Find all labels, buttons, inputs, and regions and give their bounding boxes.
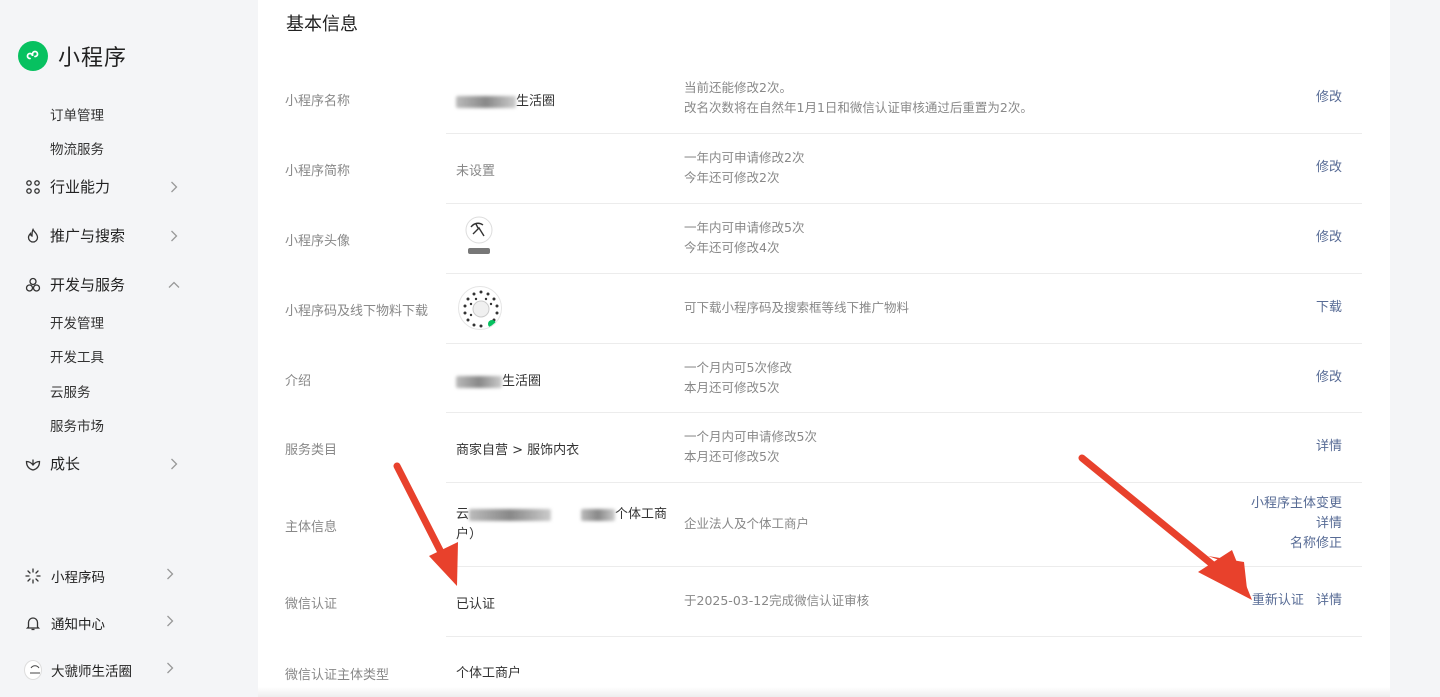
qrcode-icon: [24, 567, 42, 585]
entity-actions: 小程序主体变更 详情 名称修正: [1251, 494, 1342, 554]
redacted-text: [581, 508, 616, 521]
edit-short-name-link[interactable]: 修改: [1316, 158, 1342, 178]
edit-intro-link[interactable]: 修改: [1316, 368, 1342, 388]
download-link[interactable]: 下载: [1316, 298, 1342, 318]
row-desc: 于2025-03-12完成微信认证审核: [684, 593, 870, 608]
row-label: 主体信息: [285, 520, 338, 535]
flame-icon: [24, 227, 42, 245]
bottom-shadow: [258, 687, 1390, 697]
row-short-name: 小程序简称 未设置 一年内可申请修改2次 今年还可修改2次 修改: [258, 134, 1362, 204]
brand-title: 小程序: [58, 46, 128, 71]
sidebar-item-logistics[interactable]: 物流服务: [50, 138, 104, 158]
sidebar-item-promotion[interactable]: 推广与搜索: [24, 225, 180, 246]
category-detail-link[interactable]: 详情: [1316, 437, 1342, 457]
chevron-right-icon: [168, 458, 180, 470]
redacted-text: [469, 508, 552, 521]
sidebar-item-label: 通知中心: [51, 617, 105, 633]
edit-avatar-link[interactable]: 修改: [1316, 228, 1342, 248]
row-label: 小程序码及线下物料下载: [285, 304, 429, 319]
row-label: 小程序名称: [285, 94, 351, 109]
redacted-text: [456, 375, 502, 388]
chevron-right-icon: [166, 615, 174, 631]
bell-icon: [24, 614, 42, 632]
row-desc: 一年内可申请修改5次 今年还可修改4次: [684, 220, 805, 255]
category-value: 商家自营 > 服饰内衣: [456, 443, 580, 458]
sidebar-item-label: 成长: [50, 455, 81, 473]
dev-icon: [24, 276, 42, 294]
intro-value: 生活圈: [456, 370, 541, 389]
row-wechat-cert: 微信认证 已认证 于2025-03-12完成微信认证审核 重新认证 详情: [258, 567, 1362, 637]
sidebar-item-label: 推广与搜索: [50, 227, 126, 245]
row-desc: 可下载小程序码及搜索框等线下推广物料: [684, 300, 910, 315]
chevron-right-icon: [168, 181, 180, 193]
row-intro: 介绍 生活圈 一个月内可5次修改 本月还可修改5次 修改: [258, 344, 1362, 413]
sidebar-item-orders[interactable]: 订单管理: [50, 104, 104, 124]
sidebar-item-label: 行业能力: [50, 178, 111, 196]
chevron-right-icon: [166, 662, 174, 678]
row-desc: 一年内可申请修改2次 今年还可修改2次: [684, 150, 805, 185]
sidebar-item-account[interactable]: 大虢师生活圈: [24, 660, 174, 680]
cert-status-value: 已认证: [456, 597, 496, 612]
sidebar-item-growth[interactable]: 成长: [24, 453, 180, 474]
row-desc: 一个月内可5次修改 本月还可修改5次: [684, 360, 792, 395]
row-category: 服务类目 商家自营 > 服饰内衣 一个月内可申请修改5次 本月还可修改5次 详情: [258, 413, 1362, 483]
entity-change-link[interactable]: 小程序主体变更: [1251, 494, 1342, 514]
short-name-value: 未设置: [456, 164, 496, 179]
row-name: 小程序名称 生活圈 当前还能修改2次。 改名次数将在自然年1月1日和微信认证审核…: [258, 64, 1362, 134]
account-name: 大虢师生活圈: [51, 664, 132, 680]
chevron-up-icon: [168, 279, 180, 291]
miniprogram-avatar-image: [464, 214, 494, 260]
row-entity: 主体信息 云个体工商 户） 企业法人及个体工商户 小程序主体变更 详情 名称修正: [258, 483, 1362, 567]
sidebar: 小程序 订单管理 物流服务 行业能力 推广与搜索 开发与服务 开发管理 开发工具…: [0, 0, 258, 697]
cert-actions: 重新认证 详情: [1252, 591, 1342, 611]
chevron-right-icon: [166, 568, 174, 584]
row-label: 服务类目: [285, 443, 338, 458]
sidebar-item-dev-management[interactable]: 开发管理: [50, 312, 104, 332]
edit-name-link[interactable]: 修改: [1316, 88, 1342, 108]
row-avatar: 小程序头像 一年内可申请修改5次 今年还可修改4次 修改: [258, 204, 1362, 274]
cert-type-value: 个体工商户: [456, 666, 522, 681]
sidebar-item-label: 开发与服务: [50, 276, 126, 294]
brand[interactable]: 小程序: [18, 40, 127, 72]
redacted-text: [456, 95, 516, 108]
sidebar-item-qrcode[interactable]: 小程序码: [24, 566, 174, 586]
row-label: 小程序简称: [285, 164, 351, 179]
growth-icon: [24, 455, 42, 473]
row-qrcode: 小程序码及线下物料下载 可下载小程序码及搜索框等线下推广物料 下载: [258, 274, 1362, 344]
name-value: 生活圈: [456, 90, 555, 109]
basic-info-panel: 基本信息 小程序名称 生活圈 当前还能修改2次。 改名次数将在自然年1月1日和微…: [258, 0, 1390, 697]
industry-icon: [24, 178, 42, 196]
name-correction-link[interactable]: 名称修正: [1251, 534, 1342, 554]
row-label: 小程序头像: [285, 234, 351, 249]
sidebar-item-dev-tools[interactable]: 开发工具: [50, 346, 104, 366]
sidebar-item-industry[interactable]: 行业能力: [24, 176, 180, 197]
recertify-link[interactable]: 重新认证: [1252, 593, 1304, 608]
row-label: 介绍: [285, 374, 312, 389]
row-desc: 当前还能修改2次。 改名次数将在自然年1月1日和微信认证审核通过后重置为2次。: [684, 80, 1033, 115]
sidebar-item-dev-services[interactable]: 开发与服务: [24, 274, 180, 295]
section-title: 基本信息: [286, 14, 358, 35]
row-desc: 企业法人及个体工商户: [684, 516, 810, 531]
sidebar-item-market[interactable]: 服务市场: [50, 415, 104, 435]
sidebar-item-label: 小程序码: [51, 570, 105, 586]
avatar: [24, 660, 42, 680]
miniprogram-logo-icon: [18, 41, 48, 71]
chevron-right-icon: [168, 230, 180, 242]
entity-value: 云个体工商 户）: [456, 507, 668, 542]
row-label: 微信认证主体类型: [285, 668, 390, 683]
miniprogram-code-image[interactable]: [458, 286, 502, 330]
row-desc: 一个月内可申请修改5次 本月还可修改5次: [684, 429, 817, 464]
sidebar-item-cloud[interactable]: 云服务: [50, 381, 91, 401]
cert-detail-link[interactable]: 详情: [1316, 593, 1342, 608]
entity-detail-link[interactable]: 详情: [1251, 514, 1342, 534]
sidebar-item-notifications[interactable]: 通知中心: [24, 613, 174, 633]
row-label: 微信认证: [285, 597, 338, 612]
